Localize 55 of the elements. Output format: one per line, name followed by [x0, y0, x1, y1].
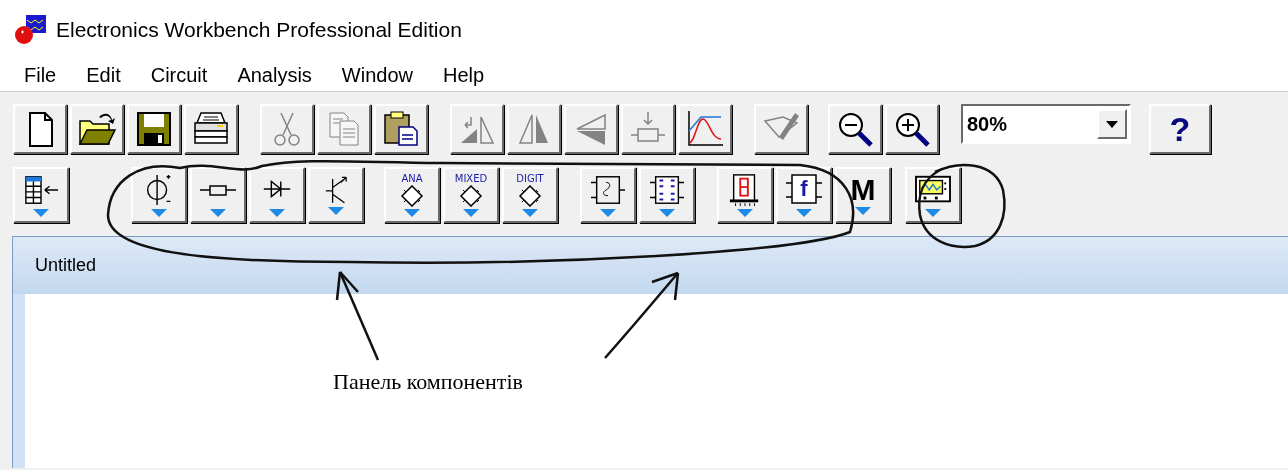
menu-item[interactable]: Edit	[86, 64, 135, 87]
dropdown-triangle-icon	[210, 209, 226, 217]
annotation-text: Панель компонентів	[333, 369, 523, 395]
app-icon	[14, 15, 48, 45]
control-box-icon	[784, 173, 824, 207]
dropdown-triangle-icon	[796, 209, 812, 217]
digital-button[interactable]	[639, 167, 695, 223]
graph-icon	[685, 109, 725, 149]
paste-button[interactable]	[374, 104, 428, 154]
transistors-button[interactable]	[308, 167, 364, 223]
sources-button[interactable]	[131, 167, 187, 223]
resistor-icon	[199, 184, 237, 196]
dropdown-triangle-icon	[737, 209, 753, 217]
document-title: Untitled	[35, 255, 97, 276]
parts-bin-button[interactable]	[13, 167, 69, 223]
clipboard-icon	[381, 109, 421, 149]
logic-gates-button[interactable]	[580, 167, 636, 223]
menu-item[interactable]: Circuit	[150, 64, 222, 87]
instruments-button[interactable]	[905, 167, 961, 223]
diodes-button[interactable]	[249, 167, 305, 223]
dropdown-triangle-icon	[855, 207, 871, 215]
ic-button[interactable]: ANA	[384, 167, 440, 223]
save-button[interactable]	[127, 104, 181, 154]
ic-button[interactable]: DIGIT	[502, 167, 558, 223]
ic-button[interactable]: MIXED	[443, 167, 499, 223]
new-file-button[interactable]	[13, 104, 67, 154]
controls-button[interactable]: f	[776, 167, 832, 223]
dropdown-triangle-icon	[33, 209, 49, 217]
menu-item[interactable]: File	[24, 64, 71, 87]
dropdown-triangle-icon	[463, 208, 479, 217]
dropdown-arrow-icon	[1106, 120, 1118, 128]
dropdown-triangle-icon	[522, 208, 538, 217]
flip-flop-icon	[647, 173, 687, 207]
dropdown-triangle-icon	[151, 209, 167, 217]
print-button[interactable]	[184, 104, 238, 154]
indicators-button[interactable]	[717, 167, 773, 223]
dropdown-triangle-icon	[328, 207, 344, 215]
zoom-dropdown[interactable]: 80%	[961, 104, 1131, 144]
dropdown-triangle-icon	[659, 209, 675, 217]
zoom-out-button[interactable]	[828, 104, 882, 154]
dropdown-triangle-icon	[269, 209, 285, 217]
menu-item[interactable]: Analysis	[237, 64, 326, 87]
basic-parts-button[interactable]	[190, 167, 246, 223]
window-title: Electronics Workbench Professional Edition	[56, 18, 462, 42]
transistor-icon	[325, 175, 347, 205]
dropdown-triangle-icon	[404, 208, 420, 217]
analysis-graphs-button[interactable]	[678, 104, 732, 154]
miscellaneous-button[interactable]: M	[835, 167, 891, 223]
help-button[interactable]: ?	[1149, 104, 1211, 154]
menu-item[interactable]: Window	[341, 64, 427, 87]
menu-item[interactable]: Help	[443, 64, 499, 87]
dropdown-triangle-icon	[600, 209, 616, 217]
zoom-in-button[interactable]	[885, 104, 939, 154]
dropdown-triangle-icon	[925, 209, 941, 217]
open-file-button[interactable]	[70, 104, 124, 154]
